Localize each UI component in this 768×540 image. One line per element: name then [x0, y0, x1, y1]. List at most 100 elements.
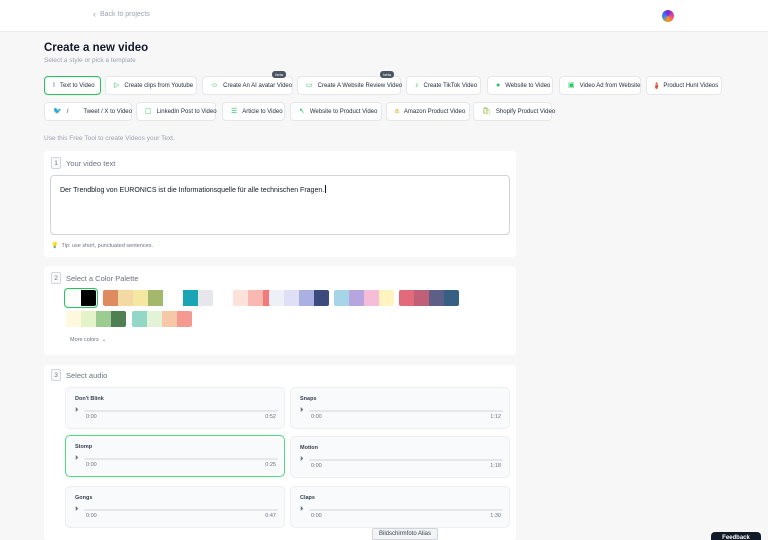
audio-track-card[interactable]: Gongs ⏵ 0:00 0:47	[65, 486, 285, 528]
template-ai-avatar-video[interactable]: ☺ Create An AI avatar Video beta	[202, 71, 293, 95]
template-product-hunt-videos[interactable]: P Product Hunt Videos	[646, 76, 722, 95]
megaphone-icon: ▣	[568, 82, 575, 89]
step-title: Select audio	[66, 371, 108, 380]
step-title: Your video text	[66, 159, 116, 168]
color-palette-option[interactable]	[132, 311, 192, 327]
back-to-projects-link[interactable]: ‹ Back to projects	[93, 10, 150, 19]
template-shopify-product-video[interactable]: 🛍 Shopify Product Video	[473, 102, 555, 121]
color-swatch	[183, 290, 198, 306]
beta-badge: beta	[272, 71, 286, 78]
color-swatch	[334, 290, 349, 306]
tiktok-icon: ♪	[415, 82, 419, 89]
color-swatch	[349, 290, 364, 306]
step-number: 1	[51, 157, 61, 169]
template-clips-from-youtube[interactable]: ▷ Create clips from Youtube	[105, 76, 197, 95]
template-label: Website to Product Video	[309, 108, 378, 115]
color-swatch	[132, 311, 147, 327]
color-palette-option[interactable]	[103, 290, 178, 306]
template-tiktok-video[interactable]: ♪ Create TikTok Video	[406, 76, 481, 95]
template-label: Website to Video	[505, 82, 551, 89]
more-colors-label: More colors	[70, 337, 99, 343]
template-tweet-to-video[interactable]: 🐦 / Tweet / X to Video	[44, 102, 132, 121]
audio-current-time: 0:00	[311, 414, 322, 420]
template-website-review-video[interactable]: ▭ Create A Website Review Video beta	[297, 71, 403, 95]
color-palette-option[interactable]	[399, 290, 459, 306]
play-icon[interactable]: ⏵	[300, 407, 304, 415]
color-swatch	[284, 290, 299, 306]
template-amazon-product-video[interactable]: a Amazon Product Video	[386, 102, 470, 121]
template-label: Amazon Product Video	[403, 108, 466, 115]
beta-badge: beta	[380, 71, 394, 78]
audio-duration: 0:52	[265, 414, 276, 420]
color-swatch	[147, 311, 162, 327]
template-website-to-video[interactable]: ● Website to Video	[487, 76, 553, 95]
play-icon[interactable]: ⏵	[300, 456, 304, 464]
audio-progress-bar[interactable]	[309, 410, 503, 412]
more-colors-button[interactable]: More colors ⌄	[70, 337, 106, 343]
audio-duration: 0:47	[265, 513, 276, 519]
template-article-to-video[interactable]: ☰ Article to Video	[222, 102, 285, 121]
color-palette-option[interactable]	[334, 290, 394, 306]
color-palette-option[interactable]	[269, 290, 329, 306]
audio-track-name: Motion	[300, 445, 319, 451]
tip-text: 💡 Tip: use short, punctuated sentences.	[51, 242, 153, 250]
template-website-to-product-video[interactable]: ↖ Website to Product Video	[290, 102, 382, 121]
audio-current-time: 0:00	[311, 463, 322, 469]
template-label: Create An AI avatar Video	[223, 82, 293, 89]
color-swatch	[148, 290, 163, 306]
template-label: Create A Website Review Video	[317, 82, 403, 89]
feedback-button[interactable]: Feedback	[711, 532, 761, 540]
audio-track-card[interactable]: Don't Blink ⏵ 0:00 0:52	[65, 387, 285, 429]
back-link-label: Back to projects	[100, 11, 150, 18]
audio-track-card-selected[interactable]: Stomp ⏵ 0:00 0:25	[65, 435, 285, 477]
play-icon[interactable]: ⏵	[75, 407, 79, 415]
intro-text: Use this Free Tool to create Videos your…	[44, 135, 175, 142]
template-linkedin-post-to-video[interactable]: ▢ LinkedIn Post to Video	[136, 102, 217, 121]
color-swatch	[168, 290, 183, 306]
audio-current-time: 0:00	[86, 513, 97, 519]
color-swatch	[269, 290, 284, 306]
color-swatch	[66, 311, 81, 327]
color-swatch	[444, 290, 459, 306]
template-video-ad-from-website[interactable]: ▣ Video Ad from Website	[559, 76, 641, 95]
page-subtitle: Select a style or pick a template	[44, 57, 136, 64]
template-label: Video Ad from Website	[579, 82, 641, 89]
chevron-down-icon: ⌄	[101, 337, 107, 343]
audio-track-card[interactable]: Snaps ⏵ 0:00 1:12	[290, 387, 510, 429]
play-icon[interactable]: ⏵	[75, 455, 79, 463]
avatar-icon: ☺	[211, 82, 219, 89]
color-swatch	[248, 290, 263, 306]
template-label: Product Hunt Videos	[663, 82, 719, 89]
step-number: 2	[51, 272, 61, 284]
play-icon[interactable]: ⏵	[300, 506, 304, 514]
text-cursor-icon: I	[53, 82, 55, 89]
user-avatar[interactable]	[662, 10, 674, 22]
audio-track-card[interactable]: Claps ⏵ 0:00 1:30	[290, 486, 510, 528]
audio-duration: 1:12	[490, 414, 501, 420]
audio-current-time: 0:00	[86, 414, 97, 420]
color-swatch	[414, 290, 429, 306]
audio-progress-bar[interactable]	[84, 410, 278, 412]
audio-progress-bar[interactable]	[84, 509, 278, 511]
template-label: Article to Video	[242, 108, 283, 115]
template-prefix: /	[66, 108, 69, 115]
color-swatch	[96, 311, 111, 327]
audio-progress-bar[interactable]	[84, 458, 278, 460]
template-label: LinkedIn Post to Video	[156, 108, 217, 115]
audio-progress-bar[interactable]	[309, 509, 503, 511]
lightbulb-icon: 💡	[51, 243, 59, 249]
audio-track-name: Don't Blink	[75, 396, 104, 402]
color-swatch	[133, 290, 148, 306]
template-text-to-video[interactable]: I Text to Video	[44, 76, 101, 95]
color-swatch	[118, 290, 133, 306]
video-text-input[interactable]: Der Trendblog von EURONICS ist die Infor…	[50, 175, 510, 235]
step-number: 3	[51, 369, 61, 381]
color-palette-option[interactable]	[168, 290, 213, 306]
play-icon[interactable]: ⏵	[75, 506, 79, 514]
color-palette-option[interactable]	[66, 311, 126, 327]
audio-track-card[interactable]: Motion ⏵ 0:00 1:18	[290, 436, 510, 478]
audio-track-name: Stomp	[75, 444, 93, 450]
color-swatch	[177, 311, 192, 327]
audio-progress-bar[interactable]	[309, 459, 503, 461]
color-palette-option[interactable]	[64, 288, 98, 308]
